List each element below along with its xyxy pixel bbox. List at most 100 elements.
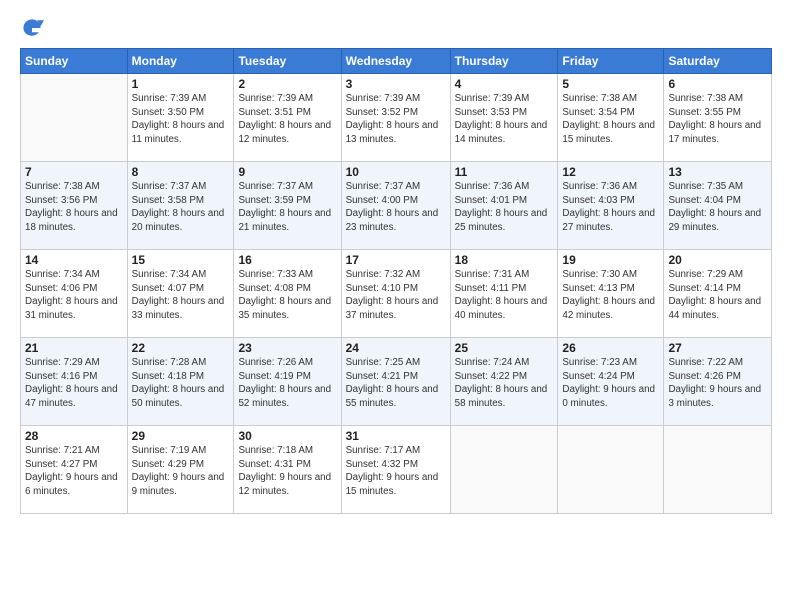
logo [20,16,48,40]
day-info: Sunrise: 7:25 AM Sunset: 4:21 PM Dayligh… [346,356,446,411]
day-number: 25 [455,341,554,355]
day-info: Sunrise: 7:36 AM Sunset: 4:03 PM Dayligh… [562,180,659,235]
sunrise-label: Sunrise: 7:34 AM [25,269,100,280]
day-number: 2 [238,77,336,91]
day-info: Sunrise: 7:38 AM Sunset: 3:54 PM Dayligh… [562,92,659,147]
sunset-label: Sunset: 4:31 PM [238,459,310,470]
calendar-cell: 24 Sunrise: 7:25 AM Sunset: 4:21 PM Dayl… [341,338,450,426]
day-info: Sunrise: 7:39 AM Sunset: 3:52 PM Dayligh… [346,92,446,147]
sunset-label: Sunset: 4:10 PM [346,283,418,294]
day-info: Sunrise: 7:30 AM Sunset: 4:13 PM Dayligh… [562,268,659,323]
calendar-cell: 13 Sunrise: 7:35 AM Sunset: 4:04 PM Dayl… [664,162,772,250]
calendar-cell: 25 Sunrise: 7:24 AM Sunset: 4:22 PM Dayl… [450,338,558,426]
calendar-cell: 21 Sunrise: 7:29 AM Sunset: 4:16 PM Dayl… [21,338,128,426]
header-thursday: Thursday [450,49,558,74]
day-number: 8 [132,165,230,179]
calendar-cell: 7 Sunrise: 7:38 AM Sunset: 3:56 PM Dayli… [21,162,128,250]
day-info: Sunrise: 7:35 AM Sunset: 4:04 PM Dayligh… [668,180,767,235]
sunrise-label: Sunrise: 7:23 AM [562,357,637,368]
sunrise-label: Sunrise: 7:36 AM [562,181,637,192]
day-info: Sunrise: 7:19 AM Sunset: 4:29 PM Dayligh… [132,444,230,499]
sunrise-label: Sunrise: 7:32 AM [346,269,421,280]
calendar-cell: 28 Sunrise: 7:21 AM Sunset: 4:27 PM Dayl… [21,426,128,514]
calendar-week-row: 14 Sunrise: 7:34 AM Sunset: 4:06 PM Dayl… [21,250,772,338]
calendar-cell: 1 Sunrise: 7:39 AM Sunset: 3:50 PM Dayli… [127,74,234,162]
daylight-label: Daylight: 8 hours and 27 minutes. [562,208,655,233]
day-number: 31 [346,429,446,443]
sunset-label: Sunset: 3:54 PM [562,107,634,118]
daylight-label: Daylight: 8 hours and 37 minutes. [346,296,439,321]
sunset-label: Sunset: 4:27 PM [25,459,97,470]
sunrise-label: Sunrise: 7:24 AM [455,357,530,368]
sunset-label: Sunset: 3:52 PM [346,107,418,118]
daylight-label: Daylight: 8 hours and 21 minutes. [238,208,331,233]
daylight-label: Daylight: 8 hours and 47 minutes. [25,384,118,409]
daylight-label: Daylight: 8 hours and 15 minutes. [562,120,655,145]
calendar-cell: 18 Sunrise: 7:31 AM Sunset: 4:11 PM Dayl… [450,250,558,338]
sunrise-label: Sunrise: 7:39 AM [132,93,207,104]
calendar-cell: 2 Sunrise: 7:39 AM Sunset: 3:51 PM Dayli… [234,74,341,162]
header-tuesday: Tuesday [234,49,341,74]
sunrise-label: Sunrise: 7:21 AM [25,445,100,456]
day-number: 21 [25,341,123,355]
day-number: 3 [346,77,446,91]
calendar-cell: 19 Sunrise: 7:30 AM Sunset: 4:13 PM Dayl… [558,250,664,338]
calendar-cell: 9 Sunrise: 7:37 AM Sunset: 3:59 PM Dayli… [234,162,341,250]
calendar-cell: 31 Sunrise: 7:17 AM Sunset: 4:32 PM Dayl… [341,426,450,514]
sunrise-label: Sunrise: 7:29 AM [668,269,743,280]
calendar-cell [450,426,558,514]
sunset-label: Sunset: 4:26 PM [668,371,740,382]
calendar-cell: 5 Sunrise: 7:38 AM Sunset: 3:54 PM Dayli… [558,74,664,162]
sunset-label: Sunset: 3:58 PM [132,195,204,206]
daylight-label: Daylight: 8 hours and 25 minutes. [455,208,548,233]
calendar-cell: 29 Sunrise: 7:19 AM Sunset: 4:29 PM Dayl… [127,426,234,514]
calendar-cell: 10 Sunrise: 7:37 AM Sunset: 4:00 PM Dayl… [341,162,450,250]
calendar-week-row: 1 Sunrise: 7:39 AM Sunset: 3:50 PM Dayli… [21,74,772,162]
daylight-label: Daylight: 8 hours and 33 minutes. [132,296,225,321]
calendar-cell: 15 Sunrise: 7:34 AM Sunset: 4:07 PM Dayl… [127,250,234,338]
daylight-label: Daylight: 9 hours and 15 minutes. [346,472,439,497]
sunrise-label: Sunrise: 7:35 AM [668,181,743,192]
daylight-label: Daylight: 8 hours and 13 minutes. [346,120,439,145]
sunrise-label: Sunrise: 7:18 AM [238,445,313,456]
weekday-header-row: Sunday Monday Tuesday Wednesday Thursday… [21,49,772,74]
daylight-label: Daylight: 8 hours and 50 minutes. [132,384,225,409]
calendar-cell: 22 Sunrise: 7:28 AM Sunset: 4:18 PM Dayl… [127,338,234,426]
day-number: 20 [668,253,767,267]
calendar-cell [664,426,772,514]
sunrise-label: Sunrise: 7:29 AM [25,357,100,368]
daylight-label: Daylight: 8 hours and 55 minutes. [346,384,439,409]
day-info: Sunrise: 7:34 AM Sunset: 4:07 PM Dayligh… [132,268,230,323]
sunrise-label: Sunrise: 7:25 AM [346,357,421,368]
day-info: Sunrise: 7:29 AM Sunset: 4:16 PM Dayligh… [25,356,123,411]
sunrise-label: Sunrise: 7:37 AM [346,181,421,192]
daylight-label: Daylight: 8 hours and 52 minutes. [238,384,331,409]
daylight-label: Daylight: 9 hours and 3 minutes. [668,384,761,409]
daylight-label: Daylight: 8 hours and 23 minutes. [346,208,439,233]
day-number: 1 [132,77,230,91]
sunset-label: Sunset: 3:55 PM [668,107,740,118]
calendar-cell: 12 Sunrise: 7:36 AM Sunset: 4:03 PM Dayl… [558,162,664,250]
day-number: 19 [562,253,659,267]
day-number: 15 [132,253,230,267]
day-info: Sunrise: 7:21 AM Sunset: 4:27 PM Dayligh… [25,444,123,499]
day-info: Sunrise: 7:29 AM Sunset: 4:14 PM Dayligh… [668,268,767,323]
sunrise-label: Sunrise: 7:39 AM [455,93,530,104]
day-number: 22 [132,341,230,355]
day-info: Sunrise: 7:38 AM Sunset: 3:55 PM Dayligh… [668,92,767,147]
daylight-label: Daylight: 8 hours and 31 minutes. [25,296,118,321]
sunrise-label: Sunrise: 7:39 AM [346,93,421,104]
day-number: 14 [25,253,123,267]
calendar-page: Sunday Monday Tuesday Wednesday Thursday… [0,0,792,612]
day-number: 7 [25,165,123,179]
day-info: Sunrise: 7:38 AM Sunset: 3:56 PM Dayligh… [25,180,123,235]
daylight-label: Daylight: 8 hours and 20 minutes. [132,208,225,233]
header-wednesday: Wednesday [341,49,450,74]
daylight-label: Daylight: 8 hours and 44 minutes. [668,296,761,321]
calendar-cell [558,426,664,514]
day-number: 13 [668,165,767,179]
day-number: 26 [562,341,659,355]
day-number: 5 [562,77,659,91]
day-info: Sunrise: 7:17 AM Sunset: 4:32 PM Dayligh… [346,444,446,499]
daylight-label: Daylight: 9 hours and 12 minutes. [238,472,331,497]
